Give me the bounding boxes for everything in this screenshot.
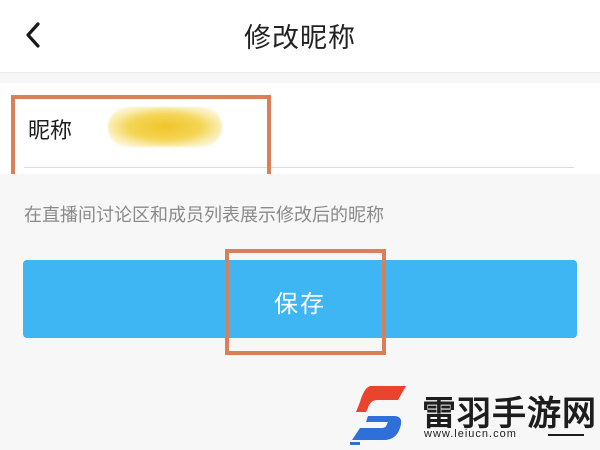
nickname-field-row: 昵称 xyxy=(0,83,600,173)
section-divider xyxy=(0,73,600,83)
save-button[interactable]: 保存 xyxy=(23,260,577,338)
nickname-hint-text: 在直播间讨论区和成员列表展示修改后的昵称 xyxy=(24,205,384,226)
watermark-url: www.leiucn.com xyxy=(424,428,517,440)
site-watermark: 雷羽手游网 www.leiucn.com xyxy=(348,382,596,446)
nickname-label: 昵称 xyxy=(28,119,73,144)
watermark-logo-icon xyxy=(350,386,406,445)
nickname-input[interactable] xyxy=(104,105,304,149)
top-nav-bar: 修改昵称 xyxy=(0,0,600,73)
input-underline xyxy=(24,167,574,168)
page-title: 修改昵称 xyxy=(244,23,356,54)
watermark-rule xyxy=(548,434,584,436)
save-button-label: 保存 xyxy=(274,290,326,318)
